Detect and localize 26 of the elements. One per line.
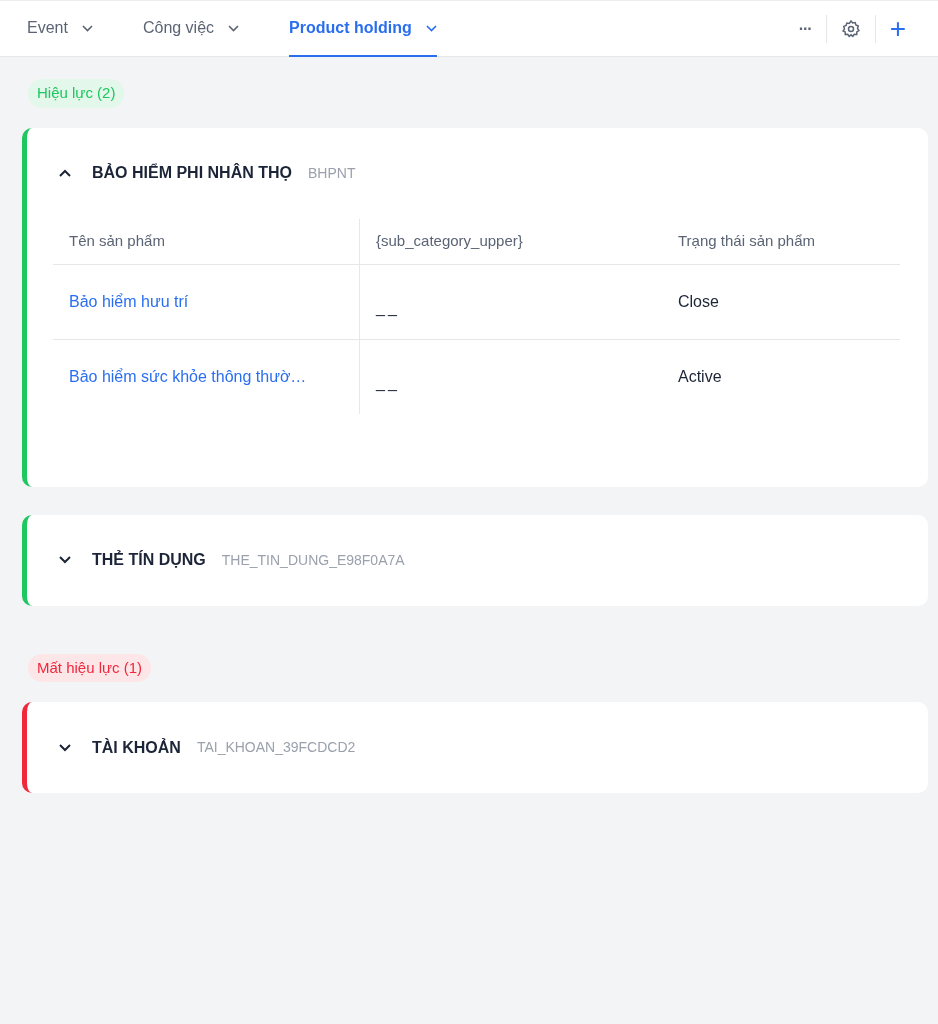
more-button[interactable]: ···: [784, 13, 826, 44]
category-code: TAI_KHOAN_39FCDCD2: [196, 738, 356, 757]
status-tag: Mất hiệu lực (1): [28, 653, 152, 682]
add-button[interactable]: +: [875, 13, 920, 44]
category-title: TÀI KHOẢN: [92, 737, 181, 758]
column-header: Trạng thái sản phẩm: [677, 230, 817, 251]
table-cell-text: Active: [677, 366, 723, 387]
settings-icon: [840, 18, 861, 39]
tab[interactable]: Công việc: [142, 1, 240, 57]
tab[interactable]: Event: [27, 1, 93, 57]
category-code: THE_TIN_DUNG_E98F0A7A: [221, 550, 405, 570]
column-header: {sub_category_upper}: [375, 230, 524, 251]
product-link[interactable]: Bảo hiểm sức khỏe thông thườ…: [69, 364, 307, 389]
table-cell-text: Close: [677, 291, 720, 312]
tab[interactable]: Product holding: [289, 1, 437, 57]
category-title: THẺ TÍN DỤNG: [92, 549, 206, 570]
table-cell-text: __: [374, 372, 401, 393]
status-tag: Hiệu lực (2): [28, 79, 125, 108]
product-link[interactable]: Bảo hiểm hưu trí: [69, 289, 189, 314]
chevron-down-icon: [228, 24, 240, 32]
category-title: BẢO HIỂM PHI NHÂN THỌ: [92, 162, 292, 183]
category-code: BHPNT: [308, 163, 356, 183]
chevron-down-icon: [425, 24, 437, 32]
column-header: Tên sản phẩm: [53, 218, 360, 264]
table-cell-text: __: [374, 297, 401, 318]
chevron-down-icon: [81, 24, 93, 32]
